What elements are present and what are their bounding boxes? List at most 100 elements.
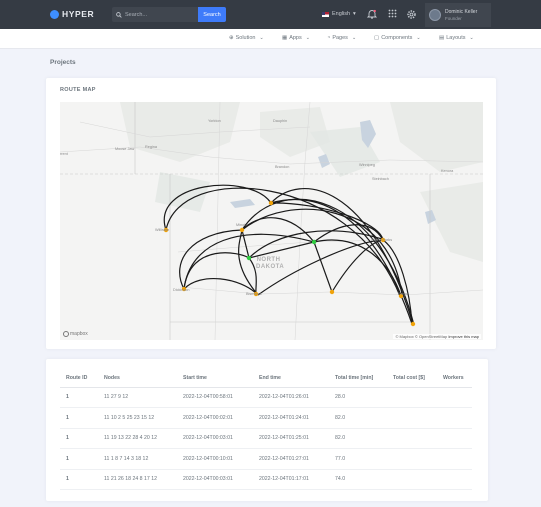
column-header[interactable]: Route ID: [60, 369, 98, 388]
routes-table: Route ID Nodes Start time End time Total…: [60, 369, 472, 490]
menu-components[interactable]: ▢ Components ⌄: [374, 35, 421, 41]
route-node[interactable]: [410, 321, 416, 327]
us-flag-icon: [322, 11, 329, 17]
avatar: [429, 9, 441, 21]
map-label-winnipeg: Winnipeg: [359, 163, 375, 167]
nodes-cell: 11 10 2 5 25 23 15 12: [98, 407, 177, 429]
search-input[interactable]: [125, 11, 185, 18]
route-map[interactable]: Yorkton Dauphin Regina Moose Jaw rrent B…: [60, 102, 483, 340]
map-label-brandon: Brandon: [275, 165, 290, 169]
gear-icon[interactable]: [406, 9, 417, 20]
routes-table-card: Route ID Nodes Start time End time Total…: [46, 359, 488, 501]
table-row[interactable]: 1 11 10 2 5 25 23 15 12 2022-12-04T00:02…: [60, 407, 472, 429]
attribution-text[interactable]: © Mapbox © OpenStreetMap: [395, 334, 447, 339]
chevron-down-icon: ⌄: [469, 35, 474, 41]
chevron-down-icon: ⌄: [416, 35, 421, 41]
column-header[interactable]: Nodes: [98, 369, 177, 388]
end-time-cell: 2022-12-04T01:27:01: [253, 448, 329, 470]
workers-cell: [437, 407, 472, 429]
page-title: Projects: [50, 59, 76, 66]
table-header-row: Route ID Nodes Start time End time Total…: [60, 369, 472, 388]
route-node[interactable]: [268, 200, 274, 206]
user-menu[interactable]: Dominic Keller Founder: [425, 3, 491, 27]
language-label: English: [332, 11, 351, 17]
bell-icon[interactable]: [367, 9, 377, 19]
map-label-grand-forks: Grand Forks: [371, 238, 393, 242]
map-label-dickinson: Dickinson: [173, 288, 190, 292]
route-id-cell: 1: [60, 407, 98, 429]
route-node[interactable]: [239, 227, 245, 233]
column-header[interactable]: Workers: [437, 369, 472, 388]
search-button[interactable]: Search: [198, 7, 226, 22]
route-nodes: [163, 200, 416, 327]
route-id-cell: 1: [60, 469, 98, 490]
start-time-cell: 2022-12-04T00:10:01: [177, 448, 253, 470]
column-header[interactable]: Total time [min]: [329, 369, 387, 388]
table-row[interactable]: 1 11 19 13 22 28 4 20 12 2022-12-04T00:0…: [60, 428, 472, 449]
nodes-cell: 11 19 13 22 28 4 20 12: [98, 428, 177, 449]
map-label-bismarck: Bismarck: [246, 292, 262, 296]
apps-grid-icon[interactable]: [388, 9, 397, 18]
map-label-minot: Minot: [236, 223, 246, 227]
total-time-cell: 82.0: [329, 407, 387, 429]
user-role: Founder: [445, 16, 462, 21]
total-cost-cell: [387, 428, 437, 449]
layouts-icon: ▤: [439, 35, 445, 41]
components-icon: ▢: [374, 35, 380, 41]
route-id-cell: 1: [60, 387, 98, 408]
mapbox-logo[interactable]: mapbox: [63, 331, 88, 337]
total-time-cell: 74.0: [329, 469, 387, 490]
column-header[interactable]: End time: [253, 369, 329, 388]
menu-label: Apps: [289, 35, 302, 41]
nodes-cell: 11 21 26 18 24 8 17 12: [98, 469, 177, 490]
search-field[interactable]: [112, 7, 198, 22]
apps-icon: ▦: [282, 35, 288, 41]
route-node[interactable]: [311, 239, 317, 245]
total-cost-cell: [387, 448, 437, 470]
menu-label: Pages: [332, 35, 348, 41]
map-label-steinbach: Steinbach: [372, 177, 389, 181]
brand-name: HYPER: [62, 9, 95, 19]
table-row[interactable]: 1 11 27 9 12 2022-12-04T00:58:01 2022-12…: [60, 387, 472, 408]
map-label-dauphin: Dauphin: [273, 119, 288, 123]
workers-cell: [437, 428, 472, 449]
topbar: HYPER Search English ▾ Dominic Keller Fo…: [0, 0, 541, 29]
end-time-cell: 2022-12-04T01:24:01: [253, 407, 329, 429]
mapbox-logo-text: mapbox: [70, 331, 88, 337]
table-row[interactable]: 1 11 21 26 18 24 8 17 12 2022-12-04T00:0…: [60, 469, 472, 490]
improve-map-link[interactable]: Improve this map: [448, 334, 479, 339]
menu-apps[interactable]: ▦ Apps ⌄: [282, 35, 310, 41]
pages-icon: ◔: [327, 35, 331, 41]
menu-solution[interactable]: ⊕ Solution ⌄: [229, 35, 264, 41]
workers-cell: [437, 469, 472, 490]
menu-layouts[interactable]: ▤ Layouts ⌄: [439, 35, 474, 41]
language-selector[interactable]: English ▾: [322, 11, 356, 17]
layers-icon: ⊕: [229, 35, 234, 41]
brand-logo[interactable]: HYPER: [50, 9, 94, 19]
card-title: ROUTE MAP: [60, 87, 96, 93]
menu-label: Layouts: [446, 35, 466, 41]
chevron-down-icon: ▾: [353, 11, 356, 17]
table-row[interactable]: 1 11 1 8 7 14 3 18 12 2022-12-04T00:10:0…: [60, 448, 472, 470]
map-label-williston: Williston: [155, 228, 170, 232]
route-node[interactable]: [329, 289, 335, 295]
chevron-down-icon: ⌄: [259, 35, 264, 41]
total-time-cell: 28.0: [329, 387, 387, 408]
column-header[interactable]: Start time: [177, 369, 253, 388]
nodes-cell: 11 1 8 7 14 3 18 12: [98, 448, 177, 470]
workers-cell: [437, 387, 472, 408]
end-time-cell: 2022-12-04T01:25:01: [253, 428, 329, 449]
map-label-fargo: Fargo: [398, 292, 408, 296]
map-label-yorkton: Yorkton: [208, 119, 221, 123]
menu-label: Components: [381, 35, 413, 41]
route-node[interactable]: [246, 255, 252, 261]
chevron-down-icon: ⌄: [305, 35, 310, 41]
horizontal-menu: ⊕ Solution ⌄ ▦ Apps ⌄ ◔ Pages ⌄ ▢ Compon…: [0, 29, 541, 49]
menu-pages[interactable]: ◔ Pages ⌄: [327, 35, 356, 41]
route-map-card: ROUTE MAP Yorkton Dauphin Regina Moose J…: [46, 78, 496, 349]
map-label-moose-jaw: Moose Jaw: [115, 147, 135, 151]
column-header[interactable]: Total cost [$]: [387, 369, 437, 388]
end-time-cell: 2022-12-04T01:26:01: [253, 387, 329, 408]
map-attribution: © Mapbox © OpenStreetMap Improve this ma…: [393, 334, 481, 339]
map-canvas: [60, 102, 483, 340]
